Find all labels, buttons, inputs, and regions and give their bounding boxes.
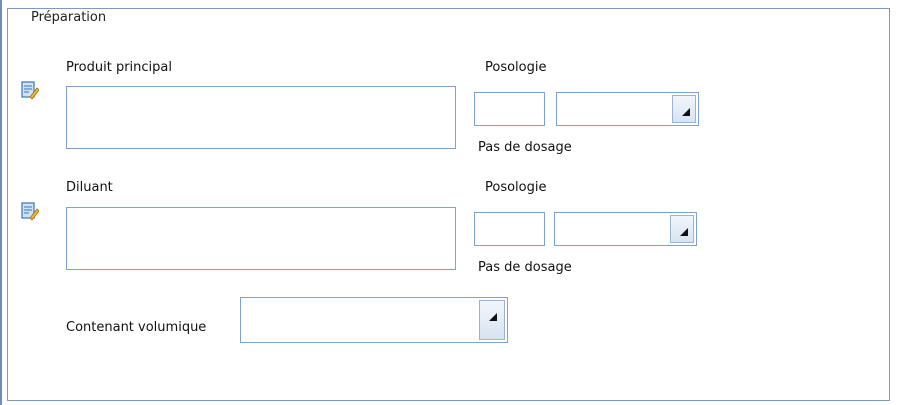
produit-posologie-input[interactable]: [474, 92, 545, 126]
produit-principal-field[interactable]: [66, 86, 456, 149]
diluant-label: Diluant: [66, 180, 113, 195]
edit-icon[interactable]: [21, 201, 39, 221]
diluant-pas-dosage-label: Pas de dosage: [478, 260, 572, 275]
produit-posologie-label: Posologie: [485, 60, 547, 75]
diluant-posologie-label: Posologie: [485, 180, 547, 195]
contenant-volumique-select[interactable]: [240, 297, 508, 343]
diluant-posologie-unit-select[interactable]: [554, 212, 697, 246]
contenant-volumique-label: Contenant volumique: [66, 320, 207, 335]
dropdown-arrow-icon[interactable]: [672, 95, 696, 123]
edit-icon[interactable]: [21, 80, 39, 100]
diluant-posologie-input[interactable]: [474, 212, 545, 246]
produit-principal-label: Produit principal: [66, 60, 172, 75]
dropdown-arrow-icon[interactable]: [670, 215, 694, 243]
group-title: Préparation: [28, 10, 110, 26]
produit-posologie-unit-select[interactable]: [556, 92, 699, 126]
diluant-field[interactable]: [66, 207, 456, 270]
produit-pas-dosage-label: Pas de dosage: [478, 140, 572, 155]
dropdown-arrow-icon[interactable]: [479, 300, 505, 340]
window-edge: [0, 0, 2, 405]
